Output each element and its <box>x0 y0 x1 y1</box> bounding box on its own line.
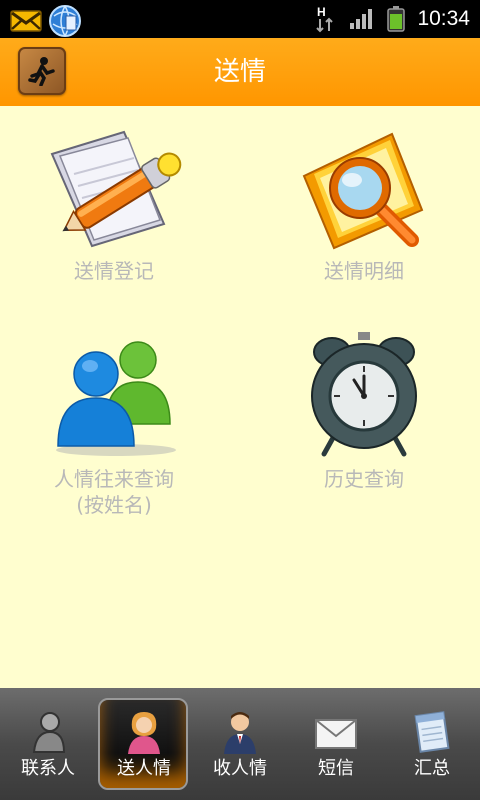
people-icon <box>56 341 176 456</box>
browser-globe-icon <box>49 5 81 37</box>
grid-item-history-search[interactable]: 历史查询 <box>254 332 474 492</box>
tab-receive-gifts[interactable]: 收人情 <box>192 688 288 800</box>
magnifier-document-icon <box>302 132 424 250</box>
contact-person-icon <box>32 712 66 753</box>
grid-item-label: 送情明细 <box>324 259 404 283</box>
grid-item-label: 人情往来查询 (按姓名) <box>4 466 224 518</box>
alarm-clock-icon <box>311 332 417 457</box>
data-network-icon: H <box>316 5 334 33</box>
envelope-icon <box>315 719 357 749</box>
grid-item-label: 历史查询 <box>324 467 404 491</box>
tab-send-gifts[interactable]: 送人情 <box>96 688 192 800</box>
status-bar: H 10:34 <box>0 0 480 38</box>
female-user-icon <box>128 712 160 754</box>
tab-sms[interactable]: 短信 <box>288 688 384 800</box>
status-clock: 10:34 <box>417 7 470 30</box>
grid-item-send-register[interactable]: 送情登记 <box>4 124 224 284</box>
tab-label: 汇总 <box>414 758 450 779</box>
page-title: 送情 <box>213 57 266 87</box>
pencil-document-icon <box>50 130 182 248</box>
signal-strength-icon <box>350 9 373 29</box>
main-grid: 送情登记 送情明细 人情往来查询 (按姓名) 历史查询 <box>0 106 480 688</box>
battery-icon <box>387 6 406 32</box>
network-type-label: H <box>317 5 326 19</box>
tab-summary[interactable]: 汇总 <box>384 688 480 800</box>
grid-item-label-line2: (按姓名) <box>76 493 152 517</box>
title-bar: 送情 <box>0 38 480 106</box>
tab-label: 联系人 <box>21 758 75 779</box>
grid-item-send-details[interactable]: 送情明细 <box>254 124 474 284</box>
grid-item-label-line1: 人情往来查询 <box>54 467 174 491</box>
grid-item-search-by-name[interactable]: 人情往来查询 (按姓名) <box>4 332 224 518</box>
notepad-icon <box>414 711 450 753</box>
tab-contacts[interactable]: 联系人 <box>0 688 96 800</box>
email-notification-icon <box>10 10 42 32</box>
male-user-icon <box>224 712 256 754</box>
tab-label: 短信 <box>318 758 354 779</box>
grid-item-label: 送情登记 <box>74 259 154 283</box>
tab-label: 收人情 <box>213 758 267 779</box>
bottom-tab-bar: 联系人 送人情 收人情 短信 汇总 <box>0 688 480 800</box>
tab-label: 送人情 <box>117 758 171 779</box>
